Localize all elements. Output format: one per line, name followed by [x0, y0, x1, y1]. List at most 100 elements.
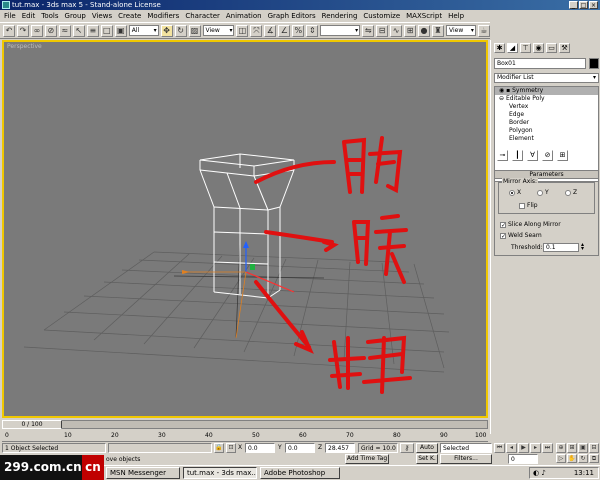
absolute-mode-icon[interactable]: ⊡	[226, 443, 236, 453]
taskbar-item-msn[interactable]: MSN Messenger	[106, 467, 180, 479]
stack-item-editable-poly[interactable]: ⊖ Editable Poly	[495, 95, 598, 103]
key-mode-select[interactable]: Selected	[440, 443, 492, 453]
axis-x-radio[interactable]: X	[509, 189, 521, 196]
track-bar[interactable]	[2, 430, 488, 442]
slice-along-mirror-checkbox[interactable]: ✓ Slice Along Mirror	[500, 221, 561, 228]
object-name-field[interactable]: Box01	[494, 58, 586, 69]
threshold-input[interactable]: 0.1	[543, 243, 579, 252]
configure-sets-icon[interactable]: ⊞	[557, 150, 568, 161]
render-view-select[interactable]: View	[446, 25, 476, 36]
link-icon[interactable]: ∞	[30, 24, 43, 37]
show-end-result-icon[interactable]: ┃	[512, 150, 523, 161]
menu-views[interactable]: Views	[92, 10, 112, 22]
maxscript-listener[interactable]	[108, 443, 212, 453]
menu-animation[interactable]: Animation	[226, 10, 262, 22]
close-button[interactable]: ×	[589, 1, 598, 9]
angle-snap-icon[interactable]: ∠	[278, 24, 291, 37]
stack-item-edge[interactable]: Edge	[495, 111, 598, 119]
make-unique-icon[interactable]: ∀	[527, 150, 538, 161]
object-color-swatch[interactable]	[589, 58, 599, 69]
go-to-end-icon[interactable]: ⏭	[542, 443, 553, 453]
menu-customize[interactable]: Customize	[363, 10, 400, 22]
undo-icon[interactable]: ↶	[3, 24, 15, 37]
pin-stack-icon[interactable]: ⊸	[497, 150, 508, 161]
curve-editor-icon[interactable]: ∿	[390, 24, 403, 37]
stack-item-polygon[interactable]: Polygon	[495, 127, 598, 135]
field-of-view-icon[interactable]: ▷	[556, 454, 566, 463]
time-slider-thumb[interactable]: 0 / 100	[2, 420, 62, 429]
modify-tab-icon[interactable]: ◢	[507, 43, 518, 53]
select-icon[interactable]: ↖	[72, 24, 85, 37]
key-icon[interactable]: ⚷	[400, 443, 414, 453]
mirror-icon[interactable]: ⇋	[362, 24, 375, 37]
stack-item-border[interactable]: Border	[495, 119, 598, 127]
arc-rotate-icon[interactable]: ↻	[578, 454, 588, 463]
maximize-button[interactable]: □	[579, 1, 588, 9]
z-coord-field[interactable]: 28.457	[325, 443, 355, 453]
selection-filter-select[interactable]: All	[128, 25, 159, 36]
perspective-viewport[interactable]: Perspective	[2, 40, 488, 418]
next-frame-icon[interactable]: ▸	[530, 443, 541, 453]
named-selection-sets[interactable]	[320, 25, 361, 36]
schematic-icon[interactable]: ⊞	[404, 24, 417, 37]
reference-coordinate-select[interactable]: View	[202, 25, 235, 36]
play-icon[interactable]: ▶	[518, 443, 529, 453]
auto-key-button[interactable]: Auto	[416, 443, 438, 453]
select-rotate-icon[interactable]: ↻	[174, 24, 187, 37]
manipulate-icon[interactable]: ⤧	[250, 24, 263, 37]
create-tab-icon[interactable]: ✱	[494, 43, 505, 53]
menu-help[interactable]: Help	[448, 10, 464, 22]
menu-maxscript[interactable]: MAXScript	[406, 10, 442, 22]
menu-file[interactable]: File	[4, 10, 16, 22]
select-by-name-icon[interactable]: ≡	[86, 24, 99, 37]
set-key-button[interactable]: Set K.	[416, 454, 438, 464]
go-to-start-icon[interactable]: ⏮	[494, 443, 505, 453]
key-filters-button[interactable]: Filters...	[440, 454, 492, 464]
add-time-tag-button[interactable]: Add Time Tag	[345, 454, 389, 464]
select-move-icon[interactable]: ✥	[160, 24, 173, 37]
time-slider[interactable]	[2, 420, 488, 429]
rect-region-icon[interactable]: □	[100, 24, 113, 37]
stack-item-vertex[interactable]: Vertex	[495, 103, 598, 111]
modifier-stack[interactable]: ◉ ▪ Symmetry ⊖ Editable Poly Vertex Edge…	[494, 86, 599, 182]
spinner-snap-icon[interactable]: ⇕	[306, 24, 319, 37]
utilities-tab-icon[interactable]: ⚒	[559, 43, 570, 53]
axis-y-radio[interactable]: Y	[537, 189, 549, 196]
menu-tools[interactable]: Tools	[41, 10, 58, 22]
axis-z-radio[interactable]: Z	[565, 189, 577, 196]
material-editor-icon[interactable]: ●	[418, 24, 431, 37]
percent-snap-icon[interactable]: %	[292, 24, 305, 37]
motion-tab-icon[interactable]: ◉	[533, 43, 544, 53]
select-scale-icon[interactable]: ▨	[188, 24, 201, 37]
stack-item-symmetry[interactable]: ◉ ▪ Symmetry	[495, 87, 598, 95]
zoom-all-icon[interactable]: ⊞	[567, 443, 577, 453]
hierarchy-tab-icon[interactable]: ⊤	[520, 43, 531, 53]
remove-modifier-icon[interactable]: ⊘	[542, 150, 553, 161]
x-coord-field[interactable]: 0.0	[245, 443, 275, 453]
maximize-viewport-icon[interactable]: ⧉	[589, 454, 599, 463]
weld-seam-checkbox[interactable]: ✓ Weld Seam	[500, 232, 542, 239]
zoom-icon[interactable]: ⊕	[556, 443, 566, 453]
bind-space-warp-icon[interactable]: ≈	[58, 24, 71, 37]
flip-checkbox[interactable]: Flip	[519, 202, 538, 209]
align-icon[interactable]: ⊟	[376, 24, 389, 37]
pivot-icon[interactable]: ◫	[236, 24, 249, 37]
menu-create[interactable]: Create	[118, 10, 141, 22]
snap-icon[interactable]: ∡	[264, 24, 277, 37]
lock-selection-icon[interactable]: 🔒	[214, 443, 224, 453]
taskbar-item-3dsmax[interactable]: tut.max - 3ds max...	[183, 467, 257, 479]
modifier-list-dropdown[interactable]: Modifier List	[494, 73, 599, 83]
render-scene-icon[interactable]: ♜	[432, 24, 444, 37]
unlink-icon[interactable]: ⊘	[44, 24, 57, 37]
previous-frame-icon[interactable]: ◂	[506, 443, 517, 453]
menu-character[interactable]: Character	[185, 10, 220, 22]
display-tab-icon[interactable]: ▭	[546, 43, 557, 53]
current-frame-field[interactable]: 0	[508, 454, 538, 464]
menu-modifiers[interactable]: Modifiers	[147, 10, 179, 22]
quick-render-icon[interactable]: ☕	[477, 24, 490, 37]
menu-graph-editors[interactable]: Graph Editors	[268, 10, 316, 22]
pan-icon[interactable]: ✋	[567, 454, 577, 463]
minimize-button[interactable]: _	[569, 1, 578, 9]
threshold-spinner[interactable]: ▴ ▾	[581, 242, 584, 252]
menu-group[interactable]: Group	[65, 10, 86, 22]
